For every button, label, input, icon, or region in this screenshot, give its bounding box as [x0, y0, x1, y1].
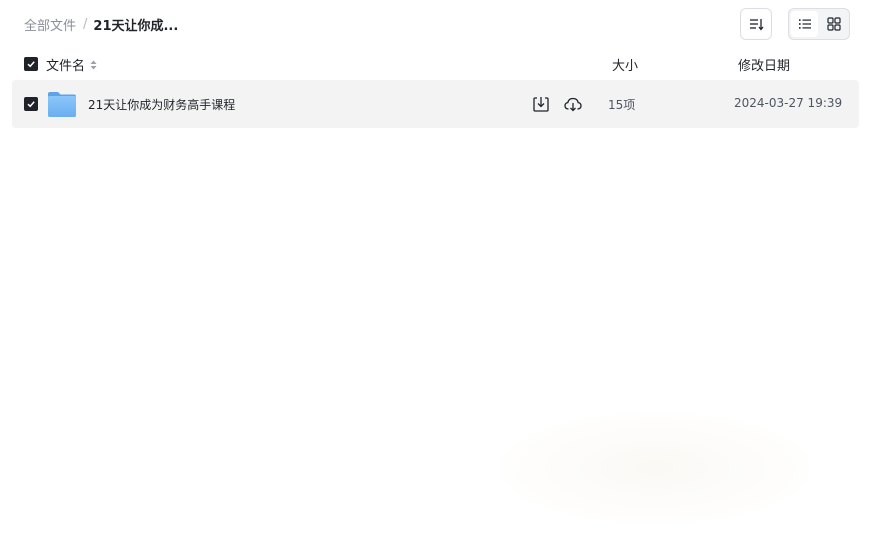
top-bar: 全部文件 / 21天让你成...	[0, 0, 874, 48]
view-mode-toggle	[788, 8, 850, 40]
breadcrumb-root-link[interactable]: 全部文件	[24, 15, 76, 34]
breadcrumb-current-folder: 21天让你成...	[93, 18, 179, 34]
file-select-checkbox[interactable]	[24, 97, 38, 111]
file-list-header: 文件名 大小 修改日期	[12, 48, 859, 80]
column-header-name-label: 文件名	[46, 59, 86, 74]
background-decoration	[500, 412, 810, 524]
file-size: 15项	[608, 98, 636, 112]
file-modified-date: 2024-03-27 19:39	[734, 96, 843, 110]
list-view-icon	[798, 19, 811, 29]
breadcrumb-separator: /	[83, 16, 88, 32]
save-to-cloud-icon[interactable]	[563, 95, 583, 113]
download-icon[interactable]	[532, 95, 550, 113]
grid-view-icon	[826, 17, 841, 31]
sort-button[interactable]	[740, 8, 772, 40]
breadcrumb: 全部文件 / 21天让你成...	[24, 14, 178, 34]
checkmark-icon	[27, 61, 35, 68]
sort-icon	[750, 19, 764, 31]
column-header-name[interactable]: 文件名	[46, 55, 97, 74]
column-header-modified: 修改日期	[738, 59, 791, 74]
grid-view-button[interactable]	[820, 11, 847, 37]
checkmark-icon	[27, 101, 35, 108]
file-name[interactable]: 21天让你成为财务高手课程	[88, 96, 235, 113]
folder-icon	[48, 92, 76, 117]
list-view-button[interactable]	[791, 11, 818, 37]
file-list-item[interactable]: 21天让你成为财务高手课程 15项 2024-03-27 19:39	[12, 80, 859, 128]
column-header-size: 大小	[612, 59, 639, 74]
select-all-checkbox[interactable]	[24, 57, 38, 71]
sort-arrows-icon	[90, 60, 97, 70]
